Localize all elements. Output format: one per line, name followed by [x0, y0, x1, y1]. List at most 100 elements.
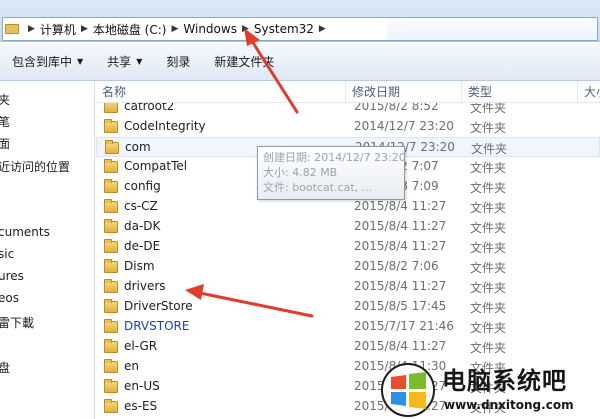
file-row[interactable]: DriverStore 2015/8/5 17:45 文件夹	[96, 297, 600, 317]
folder-icon	[104, 159, 118, 173]
chevron-right-icon[interactable]: ▶	[171, 24, 178, 34]
file-modified-date: 2015/8/2 8:52	[354, 103, 439, 113]
tooltip-created-date: 创建日期: 2014/12/7 23:20	[263, 151, 406, 164]
watermark-url: www.dnxitong.com	[444, 398, 574, 412]
file-modified-date: 2015/8/4 11:27	[354, 339, 447, 353]
caret-down-icon: ▼	[136, 56, 143, 66]
file-modified-date: 2015/8/4 11:27	[354, 239, 447, 253]
folder-icon	[104, 299, 118, 313]
folder-icon	[104, 359, 118, 373]
file-name[interactable]: en	[124, 359, 139, 373]
column-header-type[interactable]: 类型	[462, 81, 578, 103]
file-modified-date: 2015/8/4 11:27	[354, 279, 447, 293]
address-breadcrumb[interactable]: ▶ 计算机 ▶ 本地磁盘 (C:) ▶ Windows ▶ System32 ▶	[2, 17, 598, 41]
file-name[interactable]: da-DK	[124, 219, 160, 233]
file-modified-date: 2015/8/4 11:27	[354, 199, 447, 213]
file-type: 文件夹	[470, 221, 507, 235]
chevron-right-icon[interactable]: ▶	[81, 24, 88, 34]
file-type: 文件夹	[471, 142, 508, 156]
file-row[interactable]: CodeIntegrity 2014/12/7 23:20 文件夹	[96, 117, 600, 137]
file-name[interactable]: config	[124, 179, 161, 193]
tooltip-size: 大小: 4.82 MB	[263, 166, 338, 179]
folder-icon	[104, 199, 118, 213]
nav-item-thunder-downloads[interactable]: 雷下載	[0, 314, 34, 331]
file-row[interactable]: de-DE 2015/8/4 11:27 文件夹	[96, 237, 600, 257]
file-name[interactable]: cs-CZ	[124, 199, 158, 213]
nav-item-downloads[interactable]: 笔	[0, 113, 10, 130]
share-button[interactable]: 共享 ▼	[95, 49, 154, 75]
file-name[interactable]: drivers	[124, 279, 166, 293]
navigation-pane[interactable]: 夹 笔 面 近访问的位置 cuments sic ures eos 雷下載 盘	[0, 81, 95, 419]
chevron-right-icon[interactable]: ▶	[242, 24, 249, 34]
file-name[interactable]: es-ES	[124, 399, 157, 413]
share-label: 共享	[107, 54, 132, 69]
file-type: 文件夹	[470, 241, 507, 255]
folder-icon	[104, 399, 118, 413]
folder-icon	[105, 140, 119, 154]
nav-item-pictures[interactable]: ures	[0, 269, 24, 283]
file-type: 文件夹	[470, 301, 507, 315]
folder-icon	[104, 179, 118, 193]
file-row[interactable]: catroot2 2015/8/2 8:52 文件夹	[96, 103, 600, 117]
breadcrumb-local-disk[interactable]: 本地磁盘 (C:)	[93, 21, 167, 38]
file-name[interactable]: DriverStore	[124, 299, 193, 313]
breadcrumb-system32[interactable]: System32	[254, 22, 314, 36]
windows-logo-icon	[381, 363, 435, 417]
folder-icon	[5, 24, 19, 34]
file-row[interactable]: drivers 2015/8/4 11:27 文件夹	[96, 277, 600, 297]
file-type: 文件夹	[470, 121, 507, 135]
column-header-name[interactable]: 名称	[96, 81, 346, 103]
file-name[interactable]: el-GR	[124, 339, 157, 353]
nav-item-disk[interactable]: 盘	[0, 359, 10, 376]
address-bar: ▶ 计算机 ▶ 本地磁盘 (C:) ▶ Windows ▶ System32 ▶	[0, 0, 600, 42]
file-modified-date: 2015/8/5 17:45	[354, 299, 447, 313]
file-row[interactable]: Dism 2015/8/2 7:06 文件夹	[96, 257, 600, 277]
nav-item-music[interactable]: sic	[0, 247, 14, 261]
chevron-right-icon[interactable]: ▶	[28, 24, 35, 34]
file-modified-date: 2015/7/17 21:46	[354, 319, 454, 333]
column-header-size[interactable]: 大小	[578, 81, 600, 103]
file-name[interactable]: de-DE	[124, 239, 160, 253]
file-name[interactable]: com	[125, 140, 151, 154]
nav-item-videos[interactable]: eos	[0, 291, 19, 305]
include-in-library-button[interactable]: 包含到库中 ▼	[0, 49, 95, 75]
file-modified-date: 2015/8/4 11:27	[354, 219, 447, 233]
folder-icon	[104, 219, 118, 233]
nav-item-recent-places[interactable]: 近访问的位置	[0, 158, 70, 175]
file-modified-date: 2015/8/2 7:06	[354, 259, 439, 273]
folder-icon	[104, 239, 118, 253]
file-type: 文件夹	[470, 103, 507, 115]
address-bar-blank	[387, 18, 597, 40]
file-row[interactable]: cs-CZ 2015/8/4 11:27 文件夹	[96, 197, 600, 217]
burn-button[interactable]: 刻录	[154, 49, 202, 75]
breadcrumb-computer[interactable]: 计算机	[40, 21, 76, 38]
folder-icon	[104, 103, 118, 113]
file-name[interactable]: DRVSTORE	[124, 319, 189, 333]
watermark-title: 电脑系统吧	[442, 367, 567, 395]
file-type: 文件夹	[470, 161, 507, 175]
nav-item-favorites[interactable]: 夹	[0, 91, 10, 108]
file-row[interactable]: DRVSTORE 2015/7/17 21:46 文件夹	[96, 317, 600, 337]
site-watermark: 电脑系统吧 www.dnxitong.com	[378, 359, 600, 419]
new-folder-button[interactable]: 新建文件夹	[202, 49, 286, 75]
file-modified-date: 2014/12/7 23:20	[354, 119, 454, 133]
column-header-row: 名称 修改日期 类型 大小	[96, 81, 600, 103]
tooltip-files: 文件: bootcat.cat, ...	[263, 181, 373, 194]
nav-item-documents[interactable]: cuments	[0, 225, 50, 239]
file-name[interactable]: CodeIntegrity	[124, 119, 206, 133]
folder-icon	[104, 339, 118, 353]
folder-icon	[104, 319, 118, 333]
column-header-modified[interactable]: 修改日期	[346, 81, 462, 103]
breadcrumb-windows[interactable]: Windows	[183, 22, 237, 36]
file-name[interactable]: Dism	[124, 259, 155, 273]
file-row[interactable]: el-GR 2015/8/4 11:27 文件夹	[96, 337, 600, 357]
nav-item-desktop[interactable]: 面	[0, 135, 10, 152]
include-in-library-label: 包含到库中	[12, 54, 73, 69]
file-name[interactable]: en-US	[124, 379, 160, 393]
file-name[interactable]: catroot2	[124, 103, 174, 113]
chevron-right-icon[interactable]: ▶	[319, 24, 326, 34]
file-name[interactable]: CompatTel	[124, 159, 187, 173]
file-row[interactable]: da-DK 2015/8/4 11:27 文件夹	[96, 217, 600, 237]
file-type: 文件夹	[470, 281, 507, 295]
folder-icon	[104, 259, 118, 273]
